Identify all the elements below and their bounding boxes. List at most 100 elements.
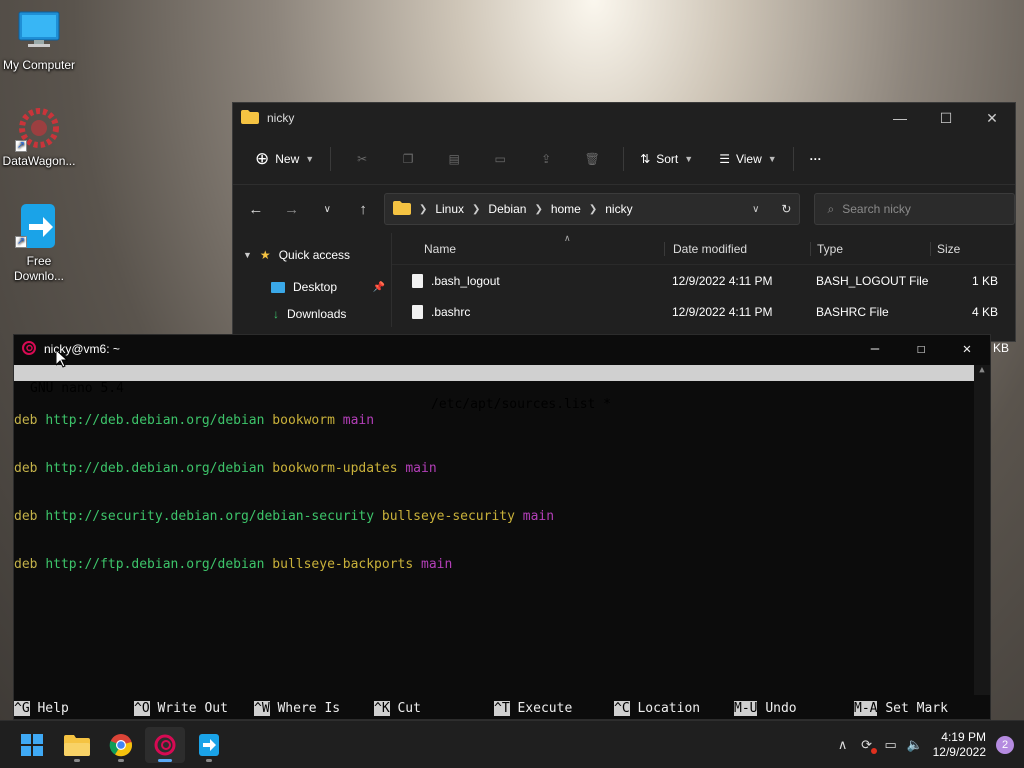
desktop-icon-my-computer[interactable]: My Computer [1, 10, 77, 72]
terminal-titlebar[interactable]: nicky@vm6: ~ [14, 335, 990, 363]
folder-icon [64, 735, 90, 756]
minimize-button[interactable]: — [877, 103, 923, 133]
start-button[interactable] [12, 727, 52, 763]
column-label: Name [424, 241, 457, 256]
chevron-up-icon[interactable]: ∧ [831, 733, 855, 757]
source-line: deb http://deb.debian.org/debian bookwor… [14, 413, 375, 428]
shortcut-undo[interactable]: M-U Undo [734, 701, 797, 717]
shortcut-help[interactable]: ^G Help [14, 701, 69, 717]
maximize-button[interactable]: ☐ [923, 103, 969, 133]
refresh-icon[interactable]: ↻ [781, 202, 791, 216]
clock[interactable]: 4:19 PM 12/9/2022 [933, 730, 986, 760]
shortcut-write-out[interactable]: ^O Write Out [134, 701, 228, 717]
sync-icon[interactable]: ⟳ [855, 733, 879, 757]
notification-badge[interactable]: 2 [996, 736, 1014, 754]
file-row[interactable]: .bash_logout 12/9/2022 4:11 PM BASH_LOGO… [392, 265, 1015, 296]
debian-swirl-icon [154, 734, 176, 756]
address-bar[interactable]: ❯ Linux ❯ Debian ❯ home ❯ nicky ∨ ↻ [383, 193, 801, 225]
column-header-size[interactable]: Size [930, 241, 1010, 256]
source-line: deb http://security.debian.org/debian-se… [14, 509, 555, 524]
column-headers: Name ∧ Date modified Type Size [392, 233, 1015, 265]
new-button[interactable]: ⊕ New ▼ [249, 143, 320, 175]
nav-item-downloads[interactable]: ↓ Downloads [233, 303, 391, 325]
terminal-scrollbar[interactable]: ▲ [974, 365, 990, 695]
shortcut-cut[interactable]: ^K Cut [374, 701, 421, 717]
delete-icon[interactable]: 🗑 [571, 143, 613, 175]
file-name: .bash_logout [431, 273, 500, 288]
close-button[interactable]: ✕ [969, 103, 1015, 133]
running-indicator [118, 759, 124, 762]
search-box[interactable]: ⌕ Search nicky [814, 193, 1015, 225]
forward-arrow-icon[interactable]: → [277, 194, 307, 224]
source-line: deb http://ftp.debian.org/debian bullsey… [14, 557, 453, 572]
close-button[interactable]: ✕ [944, 335, 990, 363]
maximize-button[interactable]: ☐ [898, 335, 944, 363]
shortcut-location[interactable]: ^C Location [614, 701, 700, 717]
taskbar-free-download-manager[interactable] [189, 727, 229, 763]
network-icon[interactable]: ▭ [879, 733, 903, 757]
taskbar-file-explorer[interactable] [57, 727, 97, 763]
taskbar-debian-terminal[interactable] [145, 727, 185, 763]
debian-swirl-icon [22, 340, 36, 358]
share-icon[interactable]: ⇪ [525, 143, 567, 175]
chevron-right-icon: ❯ [588, 203, 598, 215]
desktop-icon-free-download-manager[interactable]: ↗ Free Downlo... [1, 202, 77, 284]
download-arrow-icon: ↓ [273, 307, 279, 321]
column-header-name[interactable]: Name ∧ [392, 233, 664, 256]
scroll-up-icon[interactable]: ▲ [974, 365, 990, 375]
address-dropdown-icon[interactable]: ∨ [752, 204, 759, 215]
recent-chevron-icon[interactable]: ∨ [312, 194, 342, 224]
up-arrow-icon[interactable]: ↑ [348, 194, 378, 224]
search-placeholder: Search nicky [842, 202, 911, 216]
sort-icon: ⇅ [640, 151, 651, 166]
breadcrumb-nicky[interactable]: nicky [605, 202, 632, 216]
nano-header-bar: GNU nano 5.4 /etc/apt/sources.list * [14, 365, 974, 412]
breadcrumb-home[interactable]: home [551, 202, 581, 216]
file-row[interactable]: .bashrc 12/9/2022 4:11 PM BASHRC File 4 … [392, 296, 1015, 327]
expand-chevron-icon: ▼ [243, 250, 252, 260]
plus-circle-icon: ⊕ [255, 148, 270, 168]
view-button[interactable]: ☰ View ▼ [713, 143, 782, 175]
running-indicator [74, 759, 80, 762]
active-indicator [158, 759, 172, 762]
editor-text-area[interactable]: deb http://deb.debian.org/debian bookwor… [14, 381, 554, 605]
chevron-right-icon: ❯ [472, 203, 481, 215]
see-more-button[interactable]: ··· [804, 143, 828, 175]
nav-item-quick-access[interactable]: ▼ ★ Quick access [233, 239, 391, 271]
new-label: New [275, 151, 300, 166]
shortcut-set-mark[interactable]: M-A Set Mark [854, 701, 948, 717]
breadcrumb-debian[interactable]: Debian [488, 202, 526, 216]
desktop-folder-icon [271, 281, 285, 293]
folder-icon [241, 109, 259, 127]
chrome-icon [109, 734, 133, 757]
back-arrow-icon[interactable]: ← [241, 194, 271, 224]
view-label: View [735, 151, 762, 166]
view-list-icon: ☰ [719, 151, 730, 166]
taskbar-chrome[interactable] [101, 727, 141, 763]
file-date: 12/9/2022 4:11 PM [672, 304, 773, 319]
sort-button[interactable]: ⇅ Sort ▼ [634, 143, 699, 175]
breadcrumb-linux[interactable]: Linux [435, 202, 464, 216]
rename-icon[interactable]: ▭ [479, 143, 521, 175]
desktop-icon-datawagon[interactable]: ↗ DataWagon... [1, 106, 77, 168]
copy-icon[interactable]: ❐ [387, 143, 429, 175]
desktop-icon-label: Free Downlo... [13, 254, 65, 283]
column-header-date[interactable]: Date modified [664, 241, 810, 256]
file-type: BASH_LOGOUT File [816, 273, 929, 288]
explorer-command-bar: ⊕ New ▼ ✂ ❐ ▤ ▭ ⇪ 🗑 ⇅ Sort ▼ ☰ View ▼ ··… [233, 133, 1015, 185]
mouse-cursor-icon [56, 350, 68, 368]
paste-icon[interactable]: ▤ [433, 143, 475, 175]
nav-label: Downloads [287, 307, 347, 321]
column-header-type[interactable]: Type [810, 241, 930, 256]
partial-size-text: KB [992, 341, 1009, 355]
shortcut-arrow-icon: ↗ [15, 236, 27, 248]
shortcut-where-is[interactable]: ^W Where Is [254, 701, 340, 717]
desktop-icon-label: DataWagon... [2, 154, 76, 168]
nav-item-desktop[interactable]: Desktop 📌 [233, 271, 391, 303]
speaker-icon[interactable]: 🔈 [903, 733, 927, 757]
chevron-down-icon: ▼ [684, 153, 694, 164]
cut-icon[interactable]: ✂ [341, 143, 383, 175]
minimize-button[interactable]: — [852, 335, 898, 363]
shortcut-execute[interactable]: ^T Execute [494, 701, 572, 717]
clock-date: 12/9/2022 [932, 745, 986, 759]
